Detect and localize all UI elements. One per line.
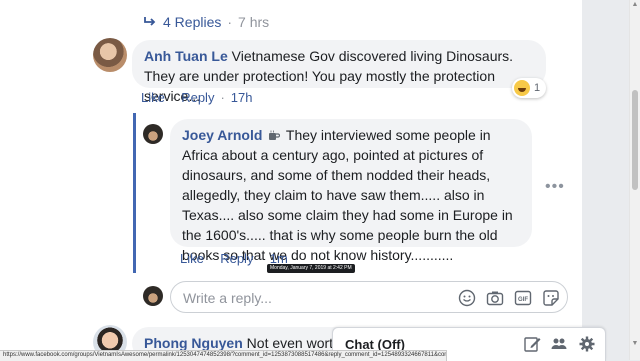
reply-composer[interactable]: GIF	[170, 281, 568, 313]
emoji-icon[interactable]	[458, 289, 476, 307]
action-separator: ·	[209, 251, 215, 266]
haha-reaction-icon	[514, 80, 530, 96]
avatar-anh-tuan-le[interactable]	[93, 38, 127, 72]
current-user-avatar	[143, 286, 163, 306]
new-message-icon[interactable]	[523, 335, 541, 353]
svg-text:GIF: GIF	[518, 297, 528, 303]
scroll-down-icon[interactable]: ▼	[631, 340, 639, 348]
scroll-up-icon[interactable]: ▲	[631, 1, 639, 9]
settings-gear-icon[interactable]	[578, 335, 596, 353]
replies-count[interactable]: 4 Replies	[163, 14, 221, 30]
timestamp-tooltip: Monday, January 7, 2019 at 2:42 PM	[267, 264, 355, 273]
like-link[interactable]: Like	[141, 90, 165, 105]
action-separator: ·	[259, 251, 264, 266]
comment-bubble: Anh Tuan Le Vietnamese Gov discovered li…	[132, 40, 546, 104]
comment-author[interactable]: Phong Nguyen	[144, 335, 243, 351]
replies-separator: ·	[227, 14, 233, 30]
reply-bubble: Joey Arnold They interviewed some people…	[170, 119, 532, 263]
coffee-icon	[269, 130, 281, 140]
comments-panel: 4 Replies · 7 hrs Anh Tuan Le Vietnamese…	[0, 0, 582, 360]
comment-actions: Like · Reply · 17h	[141, 90, 253, 105]
thread-indicator	[133, 113, 136, 273]
action-separator: ·	[220, 90, 225, 105]
reaction-badge[interactable]: 1	[512, 78, 547, 98]
comment-author[interactable]: Anh Tuan Le	[144, 48, 228, 64]
reply-input[interactable]	[181, 288, 435, 308]
reply-link[interactable]: Reply	[220, 251, 253, 266]
scrollbar[interactable]: ▲ ▼	[629, 0, 640, 360]
create-group-icon[interactable]	[550, 335, 568, 353]
reply-link[interactable]: Reply	[181, 90, 214, 105]
browser-status-url: https://www.facebook.com/groups/VietnamI…	[0, 350, 447, 361]
scrollbar-thumb[interactable]	[632, 90, 638, 190]
comment-timestamp[interactable]: 17h	[231, 90, 253, 105]
replies-time: 7 hrs	[238, 14, 270, 30]
sticker-icon[interactable]	[542, 289, 560, 307]
gif-icon[interactable]: GIF	[514, 289, 532, 307]
reply-author[interactable]: Joey Arnold	[182, 127, 262, 143]
reply-arrow-icon	[144, 17, 156, 26]
like-link[interactable]: Like	[180, 251, 204, 266]
reply-text: They interviewed some people in Africa a…	[182, 127, 513, 263]
avatar-joey-arnold[interactable]	[143, 124, 163, 144]
camera-icon[interactable]	[486, 289, 504, 307]
reaction-count: 1	[534, 82, 541, 94]
view-replies-link[interactable]: 4 Replies · 7 hrs	[143, 14, 269, 30]
action-separator: ·	[170, 90, 176, 105]
more-options-icon[interactable]: •••	[545, 178, 565, 196]
